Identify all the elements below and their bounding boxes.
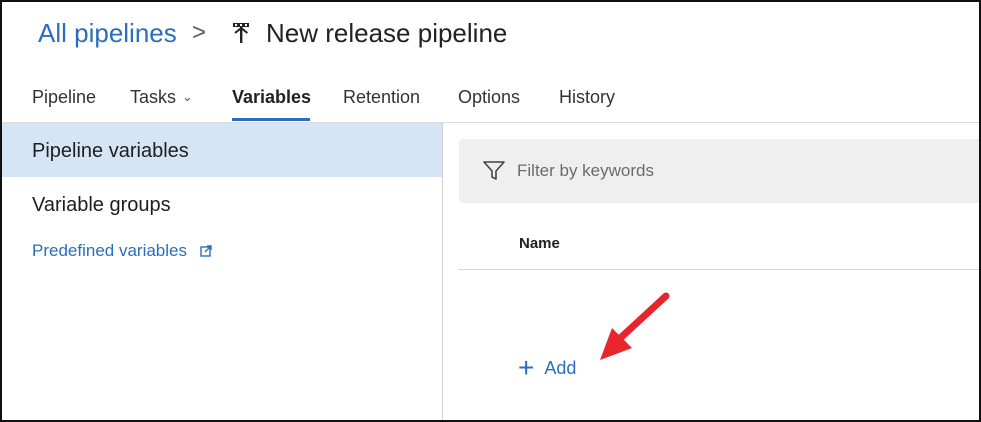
tab-variables[interactable]: Variables bbox=[232, 86, 311, 108]
tab-pipeline[interactable]: Pipeline bbox=[32, 86, 96, 108]
tab-options[interactable]: Options bbox=[458, 86, 520, 108]
predefined-variables-label: Predefined variables bbox=[32, 241, 187, 260]
sidebar-item-pipeline-variables[interactable]: Pipeline variables bbox=[2, 123, 442, 177]
sidebar-item-variable-groups[interactable]: Variable groups bbox=[2, 191, 442, 219]
tab-retention[interactable]: Retention bbox=[343, 86, 420, 108]
predefined-variables-link[interactable]: Predefined variables bbox=[32, 241, 212, 261]
breadcrumb-separator: > bbox=[192, 19, 207, 46]
sidebar: Pipeline variables Variable groups Prede… bbox=[2, 123, 443, 420]
pipeline-icon bbox=[233, 23, 249, 43]
active-tab-indicator bbox=[232, 118, 310, 121]
tab-bar: Pipeline Tasks ⌄ Variables Retention Opti… bbox=[2, 80, 979, 124]
app-window: All pipelines > New release pipeline Pip… bbox=[0, 0, 981, 422]
plus-icon: + bbox=[518, 352, 535, 383]
column-header-name[interactable]: Name bbox=[519, 235, 560, 252]
chevron-down-icon: ⌄ bbox=[182, 89, 193, 104]
filter-input[interactable] bbox=[517, 157, 917, 185]
breadcrumb: All pipelines > New release pipeline bbox=[2, 2, 979, 66]
tab-history[interactable]: History bbox=[559, 86, 615, 108]
filter-bar bbox=[459, 139, 979, 203]
external-link-icon bbox=[200, 245, 212, 257]
tab-tasks-label: Tasks bbox=[130, 87, 177, 107]
breadcrumb-all-pipelines-link[interactable]: All pipelines bbox=[38, 16, 177, 50]
add-variable-button[interactable]: + Add bbox=[518, 353, 576, 383]
tab-tasks[interactable]: Tasks ⌄ bbox=[130, 86, 193, 108]
filter-icon bbox=[483, 161, 505, 180]
add-button-label: Add bbox=[544, 358, 577, 378]
page-title: New release pipeline bbox=[266, 18, 508, 48]
annotation-arrow-icon bbox=[600, 292, 670, 360]
table-header-divider bbox=[458, 269, 979, 270]
